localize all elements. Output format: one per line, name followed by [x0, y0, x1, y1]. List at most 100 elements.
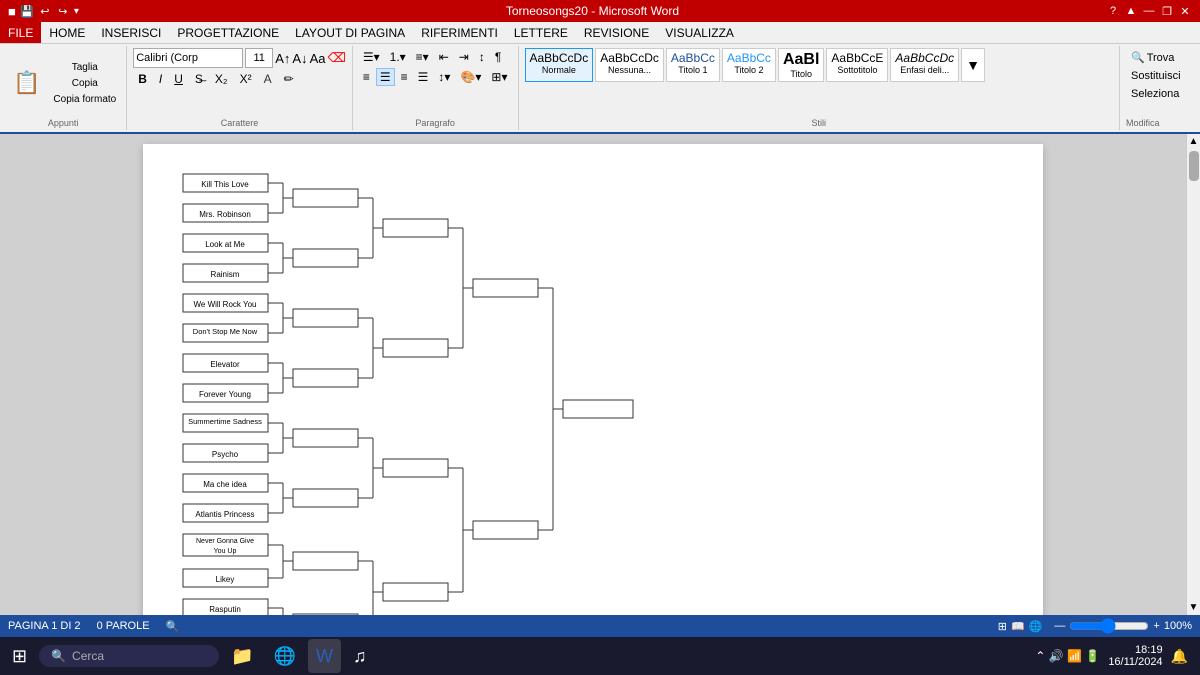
menu-revisione[interactable]: REVISIONE — [576, 22, 657, 43]
scroll-up-btn[interactable]: ▲ — [1187, 134, 1200, 149]
find-btn[interactable]: 🔍 Trova — [1126, 48, 1179, 67]
scroll-thumb[interactable] — [1189, 151, 1199, 181]
font-color-btn[interactable]: A — [259, 70, 277, 88]
svg-text:Ma che idea: Ma che idea — [203, 480, 247, 489]
font-grow-btn[interactable]: A↑ — [275, 51, 290, 66]
line-spacing-btn[interactable]: ↕▾ — [434, 68, 454, 86]
style-titolo2[interactable]: AaBbCc Titolo 2 — [722, 48, 776, 82]
clear-format-btn[interactable]: ⌫ — [327, 50, 345, 66]
notification-btn[interactable]: 🔔 — [1171, 648, 1188, 665]
word-count: 0 PAROLE — [97, 620, 150, 632]
spotify-btn[interactable]: ♫ — [345, 639, 375, 673]
menu-home[interactable]: HOME — [41, 22, 93, 43]
zoom-level: 100% — [1164, 620, 1192, 632]
change-case-btn[interactable]: Aa — [310, 51, 326, 66]
styles-expand-btn[interactable]: ▼ — [961, 48, 985, 82]
bullets-btn[interactable]: ☰▾ — [359, 48, 384, 66]
font-shrink-btn[interactable]: A↓ — [292, 51, 307, 66]
zoom-control[interactable]: ⊞ 📖 🌐 — + 100% — [998, 618, 1192, 634]
svg-text:Atlantis Princess: Atlantis Princess — [195, 510, 254, 519]
menu-riferimenti[interactable]: RIFERIMENTI — [413, 22, 506, 43]
borders-btn[interactable]: ⊞▾ — [487, 68, 511, 86]
minimize-btn[interactable]: — — [1142, 4, 1156, 18]
zoom-out-btn[interactable]: — — [1054, 620, 1065, 632]
style-titolo1[interactable]: AaBbCc Titolo 1 — [666, 48, 720, 82]
svg-text:Summertime Sadness: Summertime Sadness — [188, 417, 262, 426]
search-icon: 🔍 — [51, 649, 66, 663]
start-btn[interactable]: ⊞ — [4, 639, 35, 673]
svg-text:Psycho: Psycho — [212, 450, 239, 459]
menu-inserisci[interactable]: INSERISCI — [93, 22, 169, 43]
menu-progettazione[interactable]: PROGETTAZIONE — [169, 22, 287, 43]
menu-lettere[interactable]: LETTERE — [506, 22, 576, 43]
strikethrough-btn[interactable]: S̶ — [190, 70, 208, 88]
paste-btn[interactable]: 📋 — [6, 67, 47, 99]
svg-text:Look at Me: Look at Me — [205, 240, 245, 249]
style-enfasi[interactable]: AaBbCcDc Enfasi deli... — [890, 48, 959, 82]
justify-btn[interactable]: ☰ — [414, 68, 433, 86]
search-placeholder: Cerca — [72, 649, 104, 663]
multilevel-btn[interactable]: ≡▾ — [412, 48, 433, 66]
font-name-input[interactable] — [133, 48, 243, 68]
restore-btn[interactable]: ❐ — [1160, 4, 1174, 18]
bold-btn[interactable]: B — [133, 70, 152, 88]
sort-btn[interactable]: ↕ — [475, 48, 489, 66]
select-btn[interactable]: Seleziona — [1126, 85, 1184, 103]
page-count: PAGINA 1 DI 2 — [8, 620, 81, 632]
file-explorer-btn[interactable]: 📁 — [223, 639, 261, 673]
superscript-btn[interactable]: X² — [235, 70, 257, 88]
menu-layout[interactable]: LAYOUT DI PAGINA — [287, 22, 413, 43]
cut-btn[interactable]: Taglia — [49, 60, 120, 75]
style-nessuna[interactable]: AaBbCcDc Nessuna... — [595, 48, 664, 82]
svg-text:Forever Young: Forever Young — [199, 390, 251, 399]
format-painter-btn[interactable]: Copia formato — [49, 92, 120, 107]
view-read-btn[interactable]: 📖 — [1011, 620, 1025, 633]
style-normale[interactable]: AaBbCcDc Normale — [525, 48, 594, 82]
svg-text:We Will Rock You: We Will Rock You — [194, 300, 257, 309]
svg-text:Elevator: Elevator — [210, 360, 240, 369]
shading-btn[interactable]: 🎨▾ — [456, 68, 485, 86]
increase-indent-btn[interactable]: ⇥ — [455, 48, 473, 66]
svg-text:You Up: You Up — [214, 548, 237, 555]
copy-btn[interactable]: Copia — [49, 76, 120, 91]
undo-btn[interactable]: ↩ — [38, 4, 52, 18]
font-size-input[interactable] — [245, 48, 273, 68]
ribbon-toggle-btn[interactable]: ▲ — [1124, 4, 1138, 18]
align-center-btn[interactable]: ☰ — [376, 68, 395, 86]
scrollbar-vertical[interactable]: ▲ ▼ — [1186, 134, 1200, 615]
decrease-indent-btn[interactable]: ⇤ — [435, 48, 453, 66]
underline-btn[interactable]: U — [169, 70, 188, 88]
chrome-btn[interactable]: 🌐 — [266, 639, 304, 673]
italic-btn[interactable]: I — [154, 70, 167, 88]
style-titolo[interactable]: AaBl Titolo — [778, 48, 824, 82]
highlight-btn[interactable]: ✏ — [279, 70, 299, 88]
search-bar[interactable]: 🔍 Cerca — [39, 645, 219, 667]
align-left-btn[interactable]: ≡ — [359, 68, 374, 86]
zoom-slider[interactable] — [1069, 618, 1149, 634]
subscript-btn[interactable]: X₂ — [210, 70, 233, 88]
show-hide-btn[interactable]: ¶ — [491, 48, 505, 66]
styles-label: Stili — [525, 118, 1114, 128]
numbering-btn[interactable]: 1.▾ — [386, 48, 410, 66]
quick-save-btn[interactable]: 💾 — [20, 4, 34, 18]
style-sottotitolo[interactable]: AaBbCcE Sottotitolo — [826, 48, 888, 82]
redo-btn[interactable]: ↪ — [56, 4, 70, 18]
menu-file[interactable]: FILE — [0, 22, 41, 43]
align-right-btn[interactable]: ≡ — [397, 68, 412, 86]
view-layout-btn[interactable]: ⊞ — [998, 620, 1007, 633]
svg-text:Rasputin: Rasputin — [209, 605, 241, 614]
taskbar-right: ⌃ 🔊 📶 🔋 18:19 16/11/2024 🔔 — [1035, 644, 1196, 668]
clock-date: 16/11/2024 — [1108, 656, 1162, 668]
scroll-down-btn[interactable]: ▼ — [1187, 600, 1200, 615]
modifica-label: Modifica — [1126, 118, 1160, 128]
title-bar-left: ■ 💾 ↩ ↪ ▾ — [8, 4, 79, 19]
zoom-in-btn[interactable]: + — [1153, 620, 1159, 632]
system-clock[interactable]: 18:19 16/11/2024 — [1108, 644, 1162, 668]
svg-text:Likey: Likey — [216, 575, 235, 584]
replace-btn[interactable]: Sostituisci — [1126, 67, 1186, 85]
word-btn[interactable]: W — [308, 639, 341, 673]
menu-visualizza[interactable]: VISUALIZZA — [657, 22, 742, 43]
help-btn[interactable]: ? — [1106, 4, 1120, 18]
view-web-btn[interactable]: 🌐 — [1029, 620, 1043, 633]
close-btn[interactable]: ✕ — [1178, 4, 1192, 18]
